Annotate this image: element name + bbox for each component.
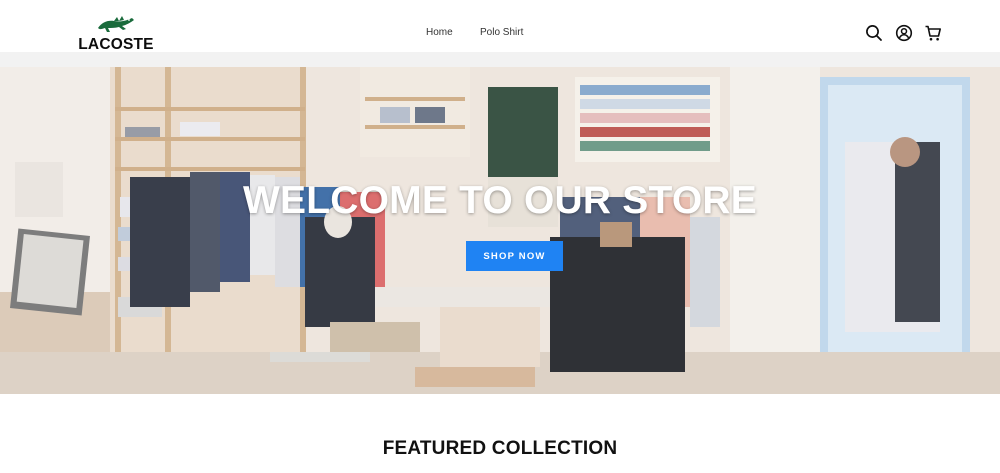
hero-title: WELCOME TO OUR STORE <box>243 179 757 222</box>
shop-now-button[interactable]: SHOP NOW <box>466 241 563 271</box>
site-header: LACOSTE Home Polo Shirt <box>0 0 1000 53</box>
search-icon[interactable] <box>865 24 883 42</box>
hero-banner: WELCOME TO OUR STORE SHOP NOW <box>0 67 1000 394</box>
featured-collection-title: FEATURED COLLECTION <box>382 438 618 459</box>
featured-collection-section: FEATURED COLLECTION <box>0 394 1000 473</box>
header-divider-strip <box>0 52 1000 67</box>
header-icons <box>0 24 1000 42</box>
account-icon[interactable] <box>895 24 913 42</box>
store-interior-image <box>0 67 1000 394</box>
cart-icon[interactable] <box>924 24 942 42</box>
